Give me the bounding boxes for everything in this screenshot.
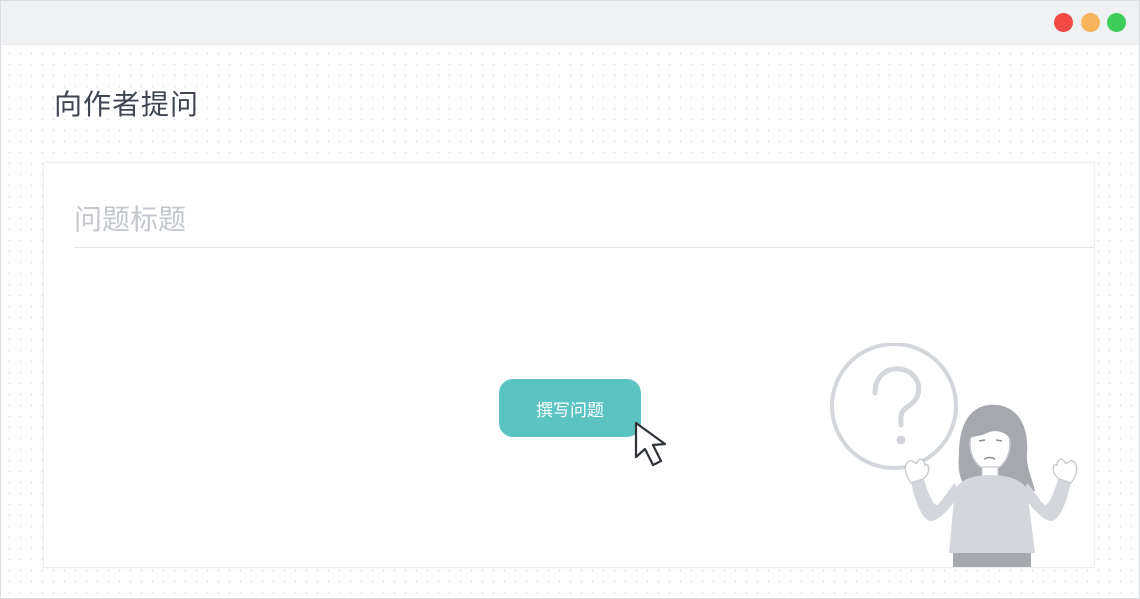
maximize-window-icon[interactable] — [1107, 13, 1126, 32]
close-window-icon[interactable] — [1054, 13, 1073, 32]
write-question-button[interactable]: 撰写问题 — [499, 379, 641, 437]
page-title: 向作者提问 — [54, 88, 200, 121]
question-form-card: 撰写问题 — [43, 162, 1095, 568]
minimize-window-icon[interactable] — [1081, 13, 1100, 32]
question-person-illustration — [830, 343, 1078, 567]
question-title-input[interactable] — [74, 191, 1094, 248]
window-titlebar — [1, 1, 1139, 45]
arrow-cursor-icon — [634, 421, 667, 467]
question-bubble-icon — [830, 343, 958, 470]
app-window: 向作者提问 撰写问题 — [0, 0, 1140, 599]
